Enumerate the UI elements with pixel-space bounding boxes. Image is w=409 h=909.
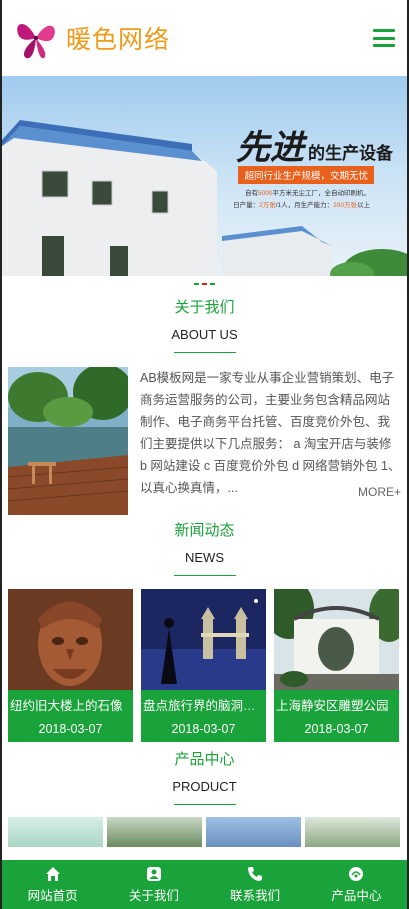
news-card-title: 上海静安区雕塑公园 (276, 699, 389, 713)
nav-label: 产品中心 (331, 888, 382, 903)
product-thumb[interactable] (206, 817, 301, 847)
user-icon (146, 866, 161, 881)
nav-item-about[interactable]: 关于我们 (103, 860, 204, 909)
nav-label: 关于我们 (128, 888, 179, 903)
banner-headline-big: 先进 (236, 128, 304, 168)
slider-dot-active[interactable] (202, 283, 207, 285)
product-list (2, 805, 407, 847)
product-icon (349, 866, 364, 881)
product-title-en: PRODUCT (172, 779, 237, 794)
logo-text: 暖色网络 (66, 25, 171, 54)
hamburger-menu-icon[interactable] (373, 29, 395, 47)
banner-headline: 先进 的生产设备 (236, 120, 393, 169)
about-section: AB模板网是一家专业从事企业营销策划、电子商务运营服务的公司，主要业务包含精品网… (2, 353, 407, 515)
about-more-link[interactable]: MORE+ (351, 481, 401, 503)
site-logo[interactable]: 暖色网络 (12, 14, 170, 62)
news-list: 纽约旧大楼上的石像 2018-03-07 盘点旅行界的脑洞大开 2018-03-… (2, 576, 407, 742)
about-garden-image (8, 367, 128, 515)
about-description: AB模板网是一家专业从事企业营销策划、电子商务运营服务的公司，主要业务包含精品网… (128, 367, 401, 513)
news-card[interactable]: 上海静安区雕塑公园 2018-03-07 (274, 589, 399, 742)
site-header: 暖色网络 (2, 0, 407, 76)
slider-dot[interactable] (194, 283, 199, 285)
news-card-date: 2018-03-07 (171, 722, 236, 736)
page-frame: 暖色网络 先进 的生产设备 超同行业生产规模，交期无忧 自有5000平方米无尘工 (0, 0, 409, 909)
news-title-en: NEWS (185, 550, 224, 565)
about-text: AB模板网是一家专业从事企业营销策划、电子商务运营服务的公司，主要业务包含精品网… (140, 371, 401, 495)
nav-item-products[interactable]: 产品中心 (306, 860, 407, 909)
about-title-en: ABOUT US (171, 327, 238, 342)
nav-item-home[interactable]: 网站首页 (2, 860, 103, 909)
product-thumb[interactable] (107, 817, 202, 847)
about-title-cn: 关于我们 (174, 299, 235, 316)
phone-icon (248, 866, 263, 881)
hero-banner[interactable]: 先进 的生产设备 超同行业生产规模，交期无忧 自有5000平方米无尘工厂，全自动… (2, 76, 407, 276)
news-title-cn: 新闻动态 (174, 522, 235, 539)
news-section-title: 新闻动态 NEWS (2, 513, 407, 576)
news-image-garden-gate (274, 589, 399, 690)
bottom-nav: 网站首页 关于我们 联系我们 产品中心 (2, 860, 407, 909)
news-card-date: 2018-03-07 (304, 722, 369, 736)
butterfly-icon (17, 24, 55, 59)
news-card[interactable]: 盘点旅行界的脑洞大开 2018-03-07 (141, 589, 266, 742)
product-thumb[interactable] (8, 817, 103, 847)
banner-tag: 超同行业生产规模，交期无忧 (238, 166, 374, 184)
nav-label: 联系我们 (230, 888, 281, 903)
news-image-tower-bridge (141, 589, 266, 690)
news-card-title: 盘点旅行界的脑洞大开 (143, 699, 266, 713)
product-thumb[interactable] (305, 817, 400, 847)
banner-line-1: 自有5000平方米无尘工厂，全自动印刷机， (245, 190, 370, 197)
banner-headline-rest: 的生产设备 (308, 144, 393, 163)
news-card[interactable]: 纽约旧大楼上的石像 2018-03-07 (8, 589, 133, 742)
nav-item-contact[interactable]: 联系我们 (205, 860, 306, 909)
news-card-title: 纽约旧大楼上的石像 (10, 699, 123, 713)
about-section-title: 关于我们 ABOUT US (2, 290, 407, 353)
product-title-cn: 产品中心 (174, 751, 235, 768)
slider-dot[interactable] (210, 283, 215, 285)
product-section-title: 产品中心 PRODUCT (2, 742, 407, 805)
home-icon (45, 866, 60, 881)
news-image-stone-statue (8, 589, 133, 690)
banner-line-2: 日产量：2万张/1人，月生产能力：200万张以上 (233, 202, 370, 209)
news-card-date: 2018-03-07 (38, 722, 103, 736)
slider-dots (2, 278, 407, 290)
nav-label: 网站首页 (27, 888, 78, 903)
